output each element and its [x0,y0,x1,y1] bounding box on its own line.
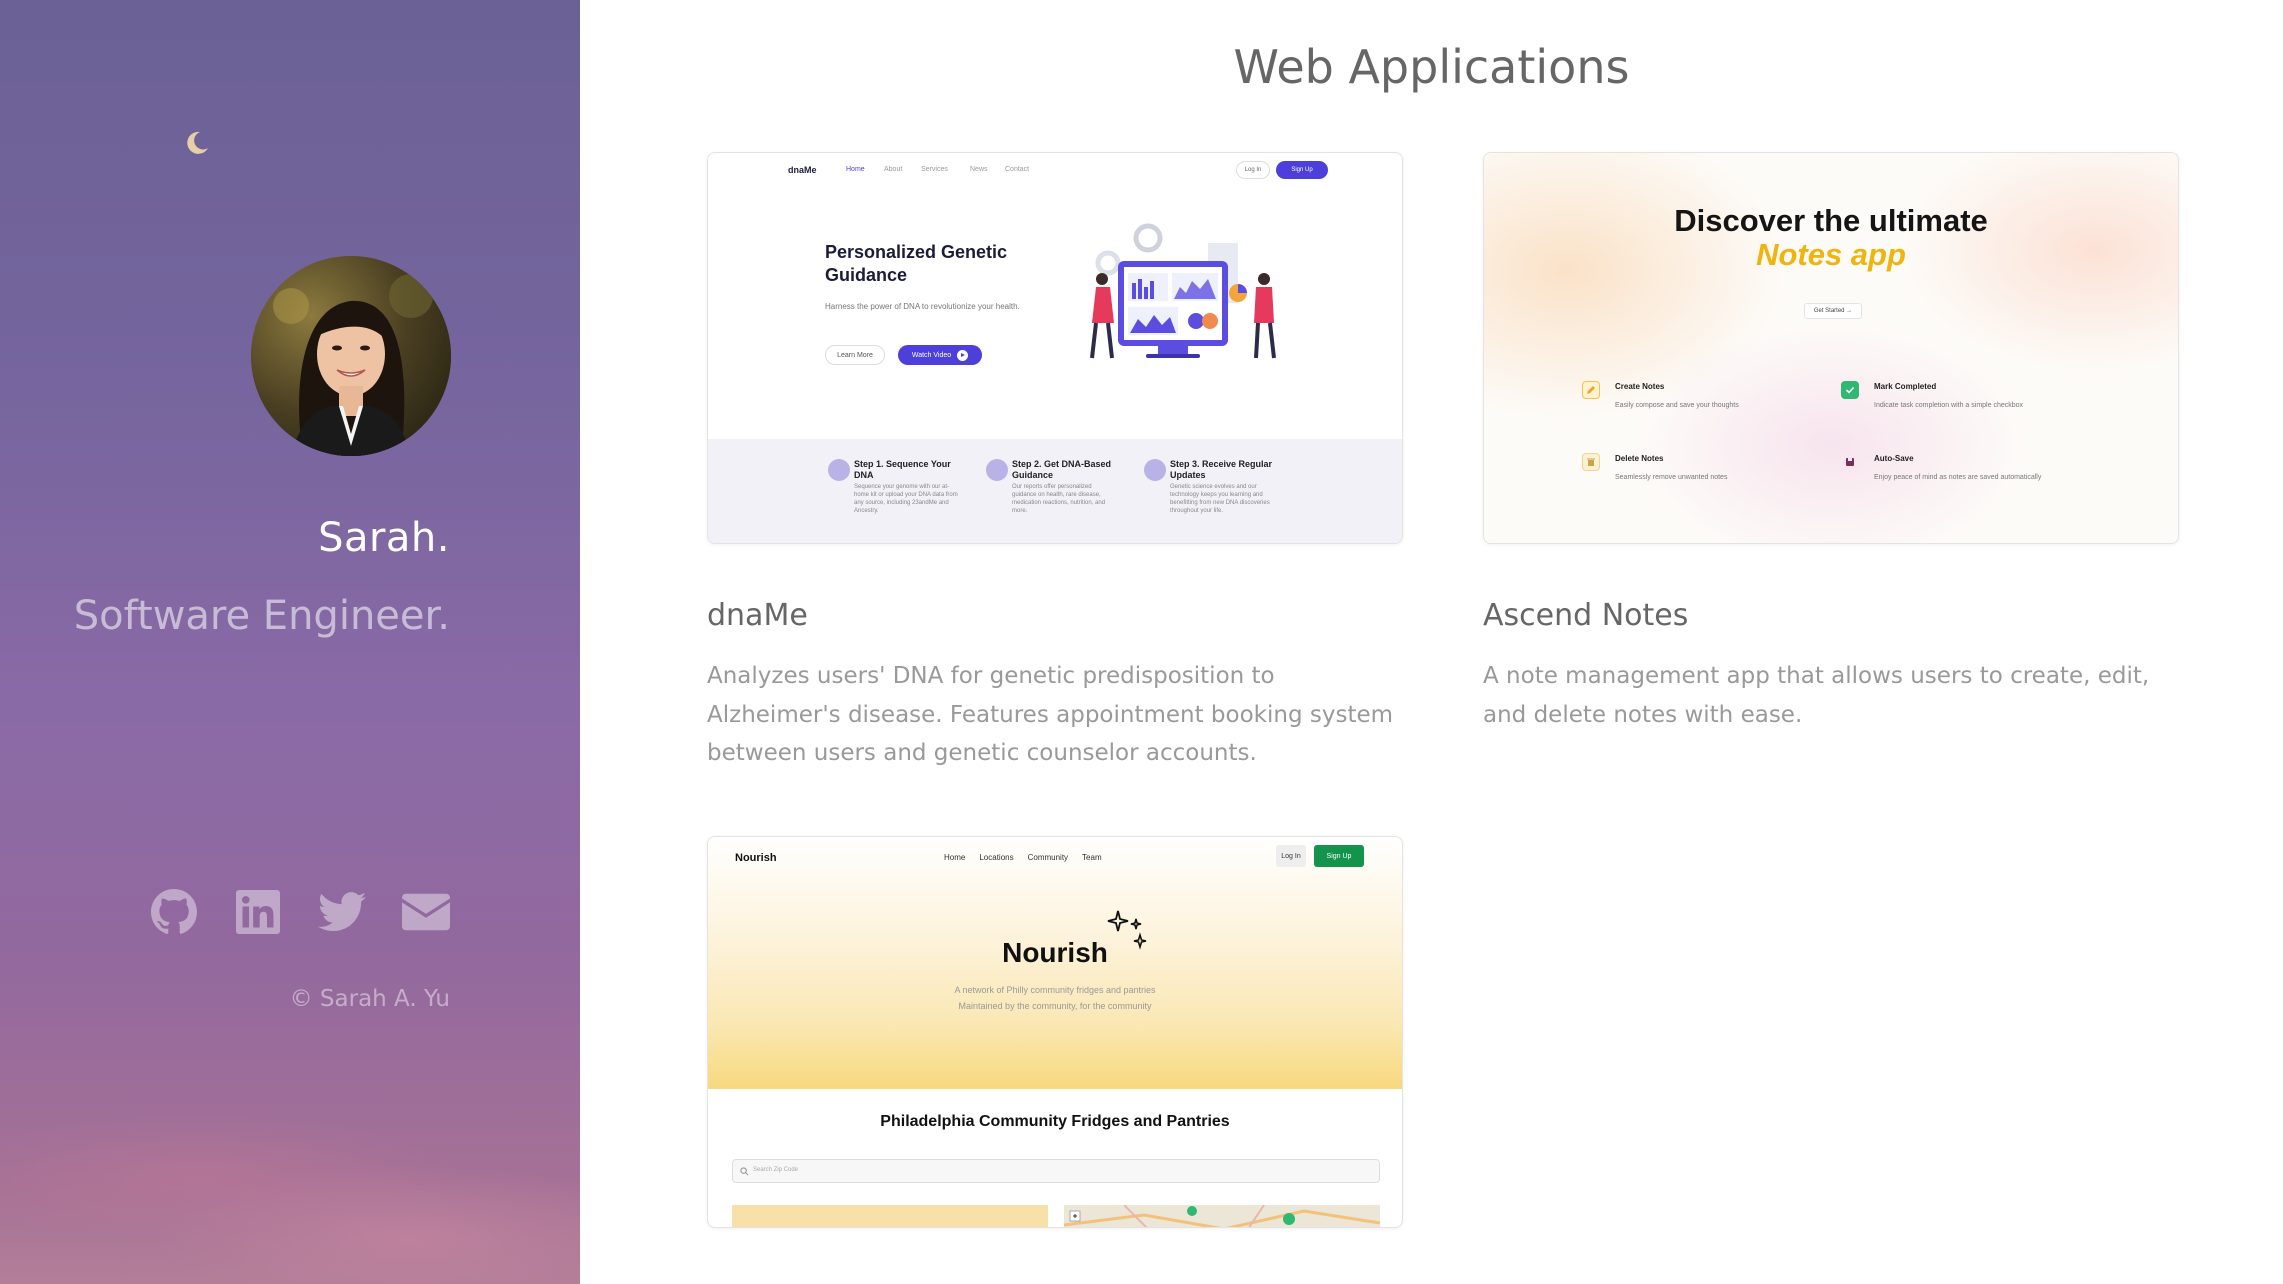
dname-learn-more: Learn More [825,345,885,365]
dname-watch-video: Watch Video [898,345,982,365]
ascend-feature-delete-text: Seamlessly remove unwanted notes [1615,474,1728,481]
dname-illustration [1090,223,1276,359]
pencil-icon [1582,381,1600,399]
dname-navbar: dnaMe Home About Services News Contact L… [708,153,1402,189]
nourish-subtitle: A network of Philly community fridges an… [708,982,1402,1014]
nourish-section-title: Philadelphia Community Fridges and Pantr… [880,1113,1230,1130]
nourish-nav-home: Home [944,853,966,862]
dname-step-3-text: Genetic science evolves and our technolo… [1170,484,1270,514]
profile-sidebar: Sarah. Software Engineer. © Sarah A. Yu [0,0,580,1284]
checkbox-icon [1841,381,1859,399]
nourish-logo: Nourish [735,852,777,864]
ascend-feature-complete-title: Mark Completed [1874,382,1937,391]
ascend-feature-create-title: Create Notes [1615,382,1665,391]
ascend-notes-screenshot[interactable]: Discover the ultimate Notes app Get Star… [1483,152,2179,544]
dname-nav-services: Services [921,166,948,173]
nourish-nav-locations: Locations [979,853,1014,862]
twitter-icon[interactable] [318,888,366,936]
project-title-ascend-notes[interactable]: Ascend Notes [1483,598,1688,633]
dname-logo: dnaMe [788,165,817,175]
dname-step-1-text: Sequence your genome with our at-home ki… [854,484,958,514]
dname-nav-about: About [884,166,903,173]
moon-icon [187,131,208,154]
nourish-navbar: Home Locations Community Team [944,853,1102,862]
dname-step-2-title: Step 2. Get DNA-Based Guidance [1012,459,1112,480]
nourish-search-placeholder: Search Zip Code [753,1167,799,1173]
nourish-subtitle-2: Maintained by the community, for the com… [958,1001,1152,1011]
ascend-feature-create-text: Easily compose and save your thoughts [1615,402,1739,409]
ascend-feature-autosave-text: Enjoy peace of mind as notes are saved a… [1874,474,2042,481]
trash-icon [1582,453,1600,471]
ascend-headline: Discover the ultimate [1674,203,1988,238]
play-icon [957,349,969,361]
project-desc-ascend-notes: A note management app that allows users … [1483,663,2150,728]
save-icon [1841,453,1859,471]
dname-hero-subtitle: Harness the power of DNA to revolutioniz… [825,302,1020,311]
nourish-signup: Sign Up [1314,845,1364,867]
github-icon[interactable] [150,888,198,936]
dname-watch-video-label: Watch Video [911,351,952,359]
projects-section: Web Applications dnaMe Home About Servic… [580,0,2283,1284]
dname-login: Log In [1236,161,1270,179]
profile-name: Sarah. [318,515,450,561]
dname-nav-contact: Contact [1005,166,1030,173]
nourish-nav-team: Team [1082,853,1102,862]
dname-screenshot[interactable]: dnaMe Home About Services News Contact L… [707,152,1403,544]
nourish-login: Log In [1276,845,1306,867]
dname-steps: Step 1. Sequence Your DNA Sequence your … [708,439,1402,543]
nourish-subtitle-1: A network of Philly community fridges an… [954,985,1156,995]
email-icon[interactable] [402,888,450,936]
social-links [150,888,450,936]
profile-role: Software Engineer. [73,593,450,639]
nourish-nav-community: Community [1027,853,1069,862]
project-title-dname[interactable]: dnaMe [707,598,808,633]
copyright: © Sarah A. Yu [289,986,450,1012]
ascend-feature-autosave-title: Auto-Save [1874,454,1914,463]
dname-signup: Sign Up [1276,161,1328,179]
nourish-screenshot[interactable]: Nourish Home Locations Community Team Lo… [707,836,1403,1228]
dname-step-1-title: Step 1. Sequence Your DNA [854,459,951,480]
linkedin-icon[interactable] [234,888,282,936]
dname-step-3-title: Step 3. Receive Regular Updates [1170,459,1273,480]
dname-nav-news: News [970,166,988,173]
avatar [251,256,451,456]
dname-hero-title: Personalized Genetic Guidance [825,242,1008,285]
dname-nav-home: Home [846,166,865,173]
dname-step-2-text: Our reports offer personalized guidance … [1012,484,1106,514]
nourish-headline: Nourish [1002,937,1108,968]
ascend-get-started: Get Started → [1804,303,1862,319]
project-desc-dname: Analyzes users' DNA for genetic predispo… [707,663,1394,766]
ascend-headline-accent: Notes app [1756,237,1906,272]
section-title: Web Applications [1233,40,1630,94]
nourish-map [1063,1204,1381,1227]
ascend-feature-delete-title: Delete Notes [1615,454,1664,463]
ascend-feature-complete-text: Indicate task completion with a simple c… [1874,402,2024,409]
search-icon [740,1167,749,1176]
nourish-list-panel [732,1205,1048,1227]
nourish-search: Search Zip Code [732,1159,1380,1183]
